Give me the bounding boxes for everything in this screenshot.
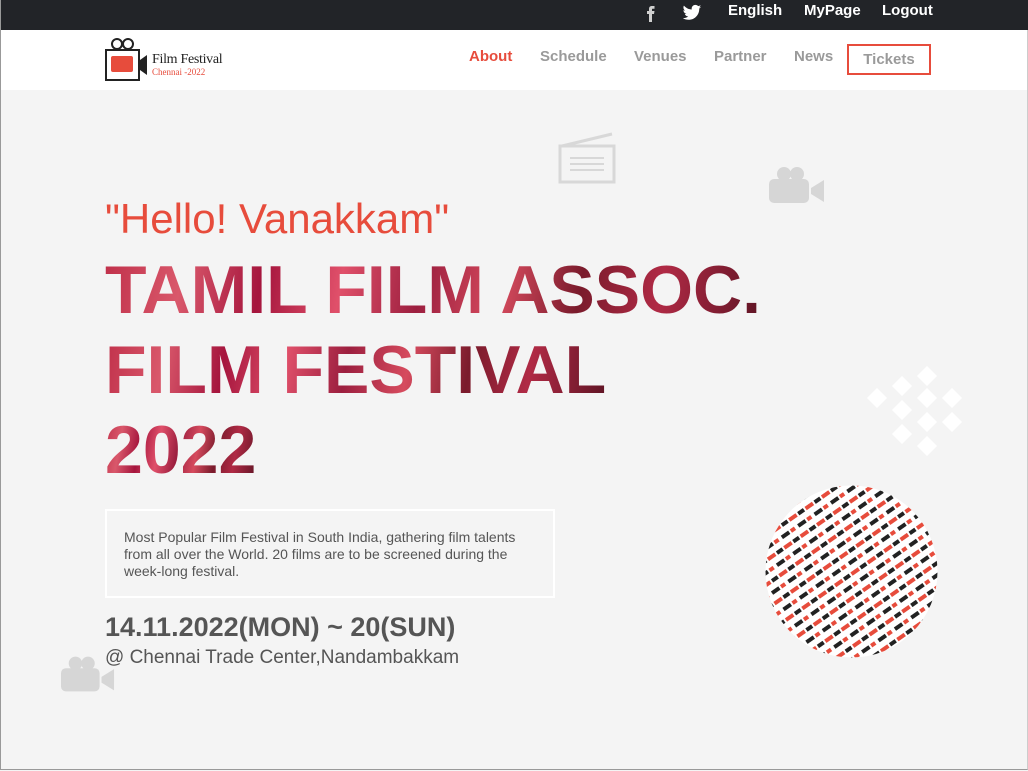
nav-venues[interactable]: Venues (634, 48, 687, 65)
logo-title: Film Festival (152, 52, 223, 67)
top-bar: English MyPage Logout (0, 0, 1028, 30)
hero-title-line-3: 2022 (105, 412, 257, 488)
tickets-button[interactable]: Tickets (847, 44, 931, 75)
nav-schedule[interactable]: Schedule (540, 48, 607, 65)
hero-section: "Hello! Vanakkam" TAMIL FILM ASSOC. FILM… (0, 90, 1028, 770)
nav-about[interactable]: About (469, 48, 512, 65)
festival-description: Most Popular Film Festival in South Indi… (105, 509, 555, 598)
nav-news[interactable]: News (794, 48, 833, 65)
logout-link[interactable]: Logout (882, 2, 933, 19)
diamond-pattern-decoration (867, 366, 962, 456)
festival-dates: 14.11.2022(MON) ~ 20(SUN) (105, 612, 456, 642)
site-header: Film Festival Chennai -2022 About Schedu… (0, 30, 1028, 90)
facebook-icon[interactable] (643, 3, 657, 23)
nav-partner[interactable]: Partner (714, 48, 767, 65)
video-camera-icon (769, 167, 824, 203)
striped-circle-decoration (765, 485, 938, 658)
site-logo[interactable]: Film Festival Chennai -2022 (105, 38, 225, 82)
hero-greeting: "Hello! Vanakkam" (105, 195, 450, 242)
festival-venue: @ Chennai Trade Center,Nandambakkam (105, 647, 460, 668)
logo-subtitle: Chennai -2022 (152, 67, 206, 77)
hero-title-line-1: TAMIL FILM ASSOC. (105, 252, 762, 328)
hero-title-line-2: FILM FESTIVAL (105, 332, 607, 408)
twitter-icon[interactable] (682, 4, 702, 22)
film-camera-logo-icon (105, 38, 147, 81)
radio-icon (558, 132, 616, 184)
mypage-link[interactable]: MyPage (804, 2, 861, 19)
language-link-english[interactable]: English (728, 2, 782, 19)
